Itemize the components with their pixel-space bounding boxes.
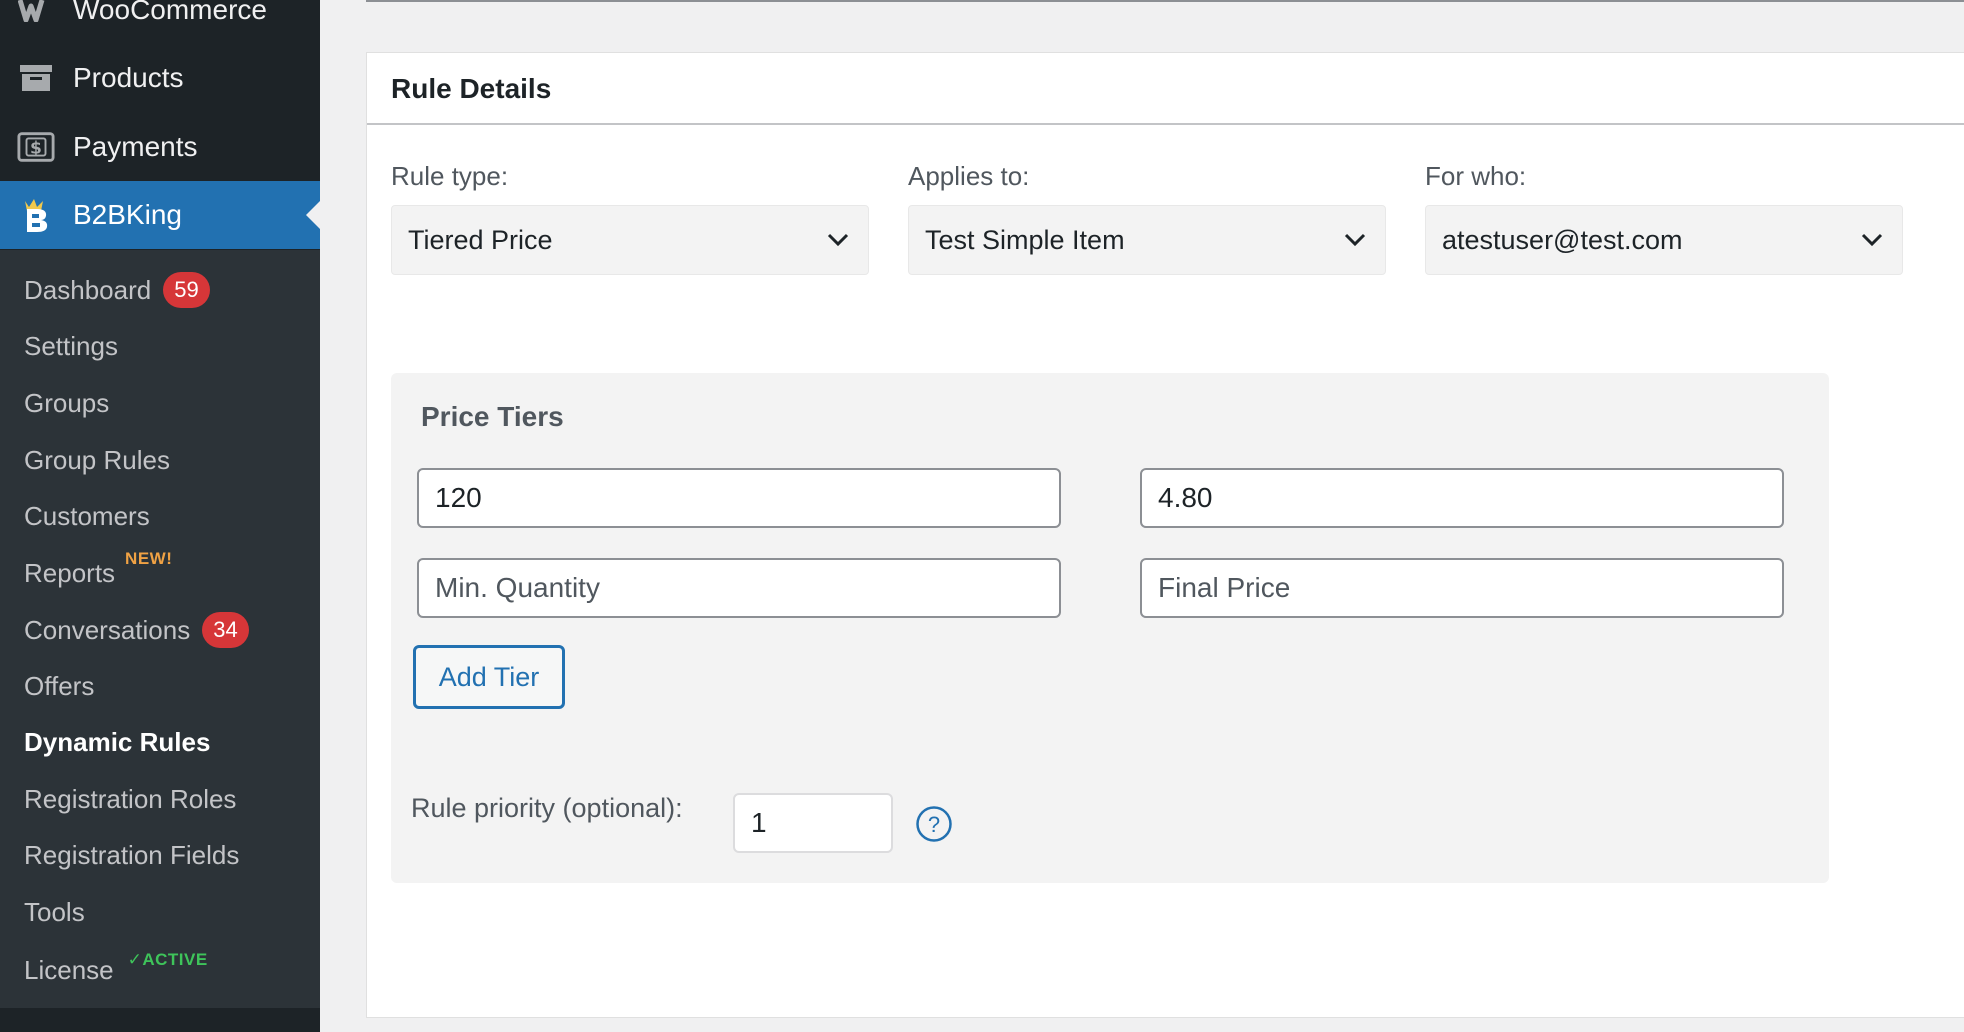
submenu-item-label: Reports	[24, 557, 116, 588]
submenu-item-customers[interactable]: Customers	[24, 496, 150, 536]
price-tiers-section: Price Tiers Add Tier Rule priority (opti…	[391, 373, 1829, 883]
final-price-input[interactable]	[1140, 468, 1784, 528]
submenu-item-license[interactable]: License ✓ACTIVE	[24, 950, 208, 990]
help-question-icon[interactable]: ?	[915, 805, 953, 843]
submenu-item-label: License	[24, 954, 114, 985]
rule-type-select[interactable]: Tiered Price	[391, 205, 869, 275]
panel-divider	[367, 123, 1964, 125]
submenu-item-label: Tools	[24, 896, 85, 927]
submenu-item-registration-roles[interactable]: Registration Roles	[24, 779, 236, 819]
menu-item-label: WooCommerce	[73, 0, 267, 25]
submenu-item-label: Offers	[24, 670, 95, 701]
for-who-label: For who:	[1425, 161, 1527, 191]
notification-count-badge: 34	[202, 612, 249, 648]
submenu-item-offers[interactable]: Offers	[24, 666, 94, 706]
menu-item-next[interactable]	[0, 1008, 320, 1032]
submenu-item-label: Conversations	[24, 614, 191, 645]
submenu-item-reports[interactable]: Reports NEW!	[24, 549, 172, 593]
submenu-item-settings[interactable]: Settings	[24, 326, 118, 366]
submenu-item-conversations[interactable]: Conversations 34	[24, 610, 249, 650]
submenu-item-label: Registration Fields	[24, 839, 240, 870]
header-divider	[366, 0, 1964, 2]
submenu-item-label: Customers	[24, 500, 150, 531]
dollar-card-icon: $	[17, 130, 55, 164]
min-quantity-input[interactable]	[417, 558, 1061, 618]
woocommerce-icon	[17, 0, 55, 27]
rule-type-label: Rule type:	[391, 161, 509, 191]
notification-count-badge: 59	[163, 272, 210, 308]
menu-item-b2bking[interactable]: B2BKing	[0, 181, 320, 249]
submenu-item-registration-fields[interactable]: Registration Fields	[24, 835, 239, 875]
svg-text:$: $	[30, 139, 42, 159]
b2bking-submenu: Dashboard 59 Settings Groups Group Rules…	[0, 250, 320, 1008]
applies-to-select[interactable]: Test Simple Item	[908, 205, 1386, 275]
applies-to-value: Test Simple Item	[925, 224, 1125, 255]
for-who-select[interactable]: atestuser@test.com	[1425, 205, 1903, 275]
new-tag: NEW!	[125, 549, 173, 568]
price-tiers-title: Price Tiers	[421, 401, 564, 432]
help-glyph: ?	[928, 812, 940, 837]
rule-priority-label: Rule priority (optional):	[411, 793, 683, 823]
chevron-down-icon	[827, 233, 849, 247]
menu-item-woocommerce[interactable]: WooCommerce	[0, 0, 320, 44]
menu-item-products[interactable]: Products	[0, 44, 320, 112]
final-price-input[interactable]	[1140, 558, 1784, 618]
submenu-item-tools[interactable]: Tools	[24, 892, 85, 932]
menu-item-payments[interactable]: $ Payments	[0, 113, 320, 181]
chevron-down-icon	[1344, 233, 1366, 247]
min-quantity-input[interactable]	[417, 468, 1061, 528]
applies-to-label: Applies to:	[908, 161, 1030, 191]
for-who-value: atestuser@test.com	[1442, 224, 1683, 255]
menu-item-label: Payments	[73, 131, 198, 162]
rule-priority-input[interactable]	[733, 793, 893, 853]
add-tier-button[interactable]: Add Tier	[413, 645, 565, 709]
submenu-item-dynamic-rules[interactable]: Dynamic Rules	[24, 722, 210, 762]
submenu-item-label: Group Rules	[24, 444, 170, 475]
submenu-item-label: Dashboard	[24, 274, 152, 305]
submenu-item-dashboard[interactable]: Dashboard 59	[24, 270, 210, 310]
menu-item-label: Products	[73, 62, 184, 93]
chevron-down-icon	[1861, 233, 1883, 247]
submenu-item-label: Registration Roles	[24, 783, 237, 814]
admin-sidebar: WooCommerce Products $ Payments B2BKing …	[0, 0, 320, 1032]
submenu-item-groups[interactable]: Groups	[24, 383, 109, 423]
submenu-item-label: Dynamic Rules	[24, 726, 211, 757]
menu-item-label: B2BKing	[73, 199, 182, 230]
b2bking-logo-icon	[17, 198, 55, 232]
rule-type-value: Tiered Price	[408, 224, 553, 255]
panel-title: Rule Details	[391, 73, 552, 104]
submenu-item-group-rules[interactable]: Group Rules	[24, 440, 170, 480]
submenu-item-label: Groups	[24, 387, 110, 418]
archive-box-icon	[17, 61, 55, 95]
submenu-item-label: Settings	[24, 330, 118, 361]
active-tag: ✓ACTIVE	[127, 950, 208, 969]
rule-details-panel: Rule Details Rule type: Tiered Price App…	[366, 52, 1964, 1018]
